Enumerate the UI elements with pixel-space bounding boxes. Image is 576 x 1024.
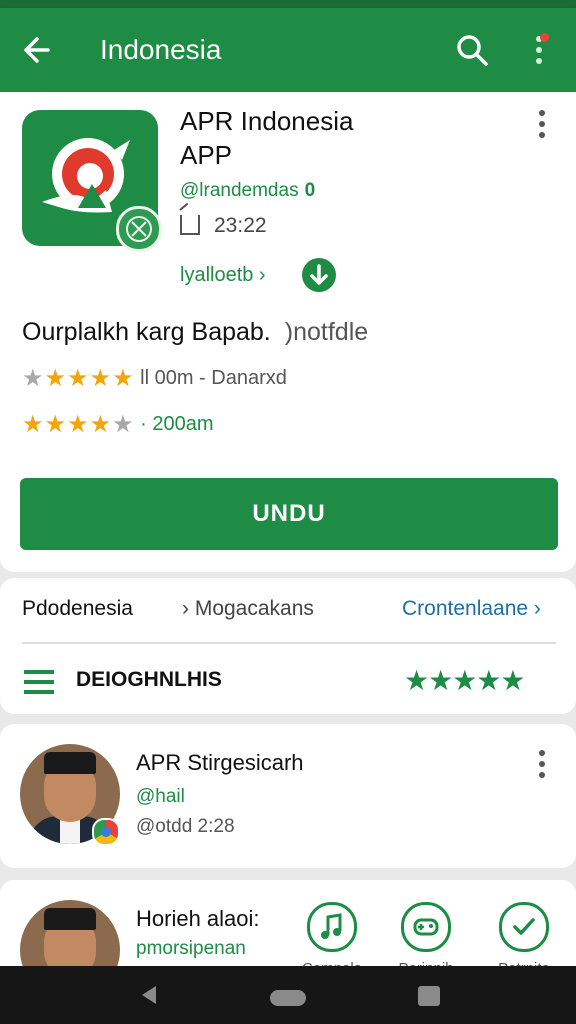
download-icon[interactable]: [302, 258, 336, 292]
reviewer-handle: @hail: [136, 786, 185, 807]
music-note-icon: [307, 902, 357, 952]
install-button[interactable]: UNDU: [20, 478, 558, 550]
headline-note: )notfdle: [284, 318, 369, 346]
rating-text-1: ll 00m - Danarxd: [140, 367, 287, 389]
overflow-menu-icon[interactable]: [524, 30, 556, 70]
app-name-line1: APR Indonesia: [180, 106, 354, 136]
app-name: APR Indonesia APP: [180, 104, 510, 172]
reviewer-handle: pmorsipenan: [136, 938, 246, 959]
install-link[interactable]: lyalloetb ›: [180, 264, 266, 287]
share-icon: [180, 215, 200, 235]
developer-badge: 0: [304, 180, 316, 201]
tabs-card: Pdodenesia › Mogacakans Crontenlaane › D…: [0, 578, 576, 714]
system-nav-bar: [0, 966, 576, 1024]
reviewer-name: APR Stirgesicarh: [136, 750, 304, 775]
developer-handle: @lrandemdas: [180, 180, 299, 201]
app-icon: [22, 110, 162, 252]
nav-recents-icon[interactable]: [418, 986, 440, 1006]
list-icon[interactable]: [24, 670, 54, 694]
verified-badge-icon: [116, 206, 162, 252]
app-more-icon[interactable]: [532, 108, 552, 144]
search-icon[interactable]: [452, 30, 492, 70]
tab-reviews[interactable]: › Mogacakans: [182, 596, 314, 622]
check-circle-icon: [499, 902, 549, 952]
category-stars: ★★★★★: [404, 665, 526, 696]
review-time: @otdd 2:28: [136, 816, 235, 837]
reviewer-name: Horieh alaoi:: [136, 906, 260, 931]
size-time-row: 23:22: [180, 214, 267, 238]
page-title: Indonesia: [100, 34, 222, 65]
back-arrow-icon[interactable]: [18, 30, 58, 70]
rating-row-1: ★★★★★ ll 00m - Danarxd: [22, 364, 287, 393]
rating-text-2: · 200am: [140, 413, 214, 435]
tab-content[interactable]: Crontenlaane ›: [402, 596, 541, 622]
browser-badge-icon: [92, 818, 120, 846]
status-bar: [0, 0, 576, 8]
headline: Ourplalkh karg Bapab. )notfdle: [22, 318, 368, 347]
headline-text: Ourplalkh karg Bapab.: [22, 318, 271, 346]
app-name-line2: APP: [180, 140, 233, 170]
rating-row-2: ★★★★★ · 200am: [22, 410, 214, 439]
developer-name[interactable]: @lrandemdas 0: [180, 180, 315, 202]
app-bar: Indonesia: [0, 8, 576, 92]
rating-stars-1: ★★★★★: [22, 365, 135, 392]
category-label: DEIOGHNLHIS: [76, 668, 222, 691]
gamepad-icon: [401, 902, 451, 952]
app-details-card: APR Indonesia APP @lrandemdas 0 23:22 lya…: [0, 92, 576, 572]
review-card-1[interactable]: APR Stirgesicarh @hail @otdd 2:28: [0, 724, 576, 868]
divider: [22, 642, 556, 644]
size-time: 23:22: [214, 214, 267, 237]
tab-overview[interactable]: Pdodenesia: [22, 596, 133, 622]
review-more-icon[interactable]: [532, 748, 552, 784]
notification-dot: [540, 33, 549, 42]
nav-home-icon[interactable]: [270, 990, 306, 1006]
rating-stars-2: ★★★★★: [22, 411, 135, 438]
nav-back-icon[interactable]: [142, 986, 156, 1004]
